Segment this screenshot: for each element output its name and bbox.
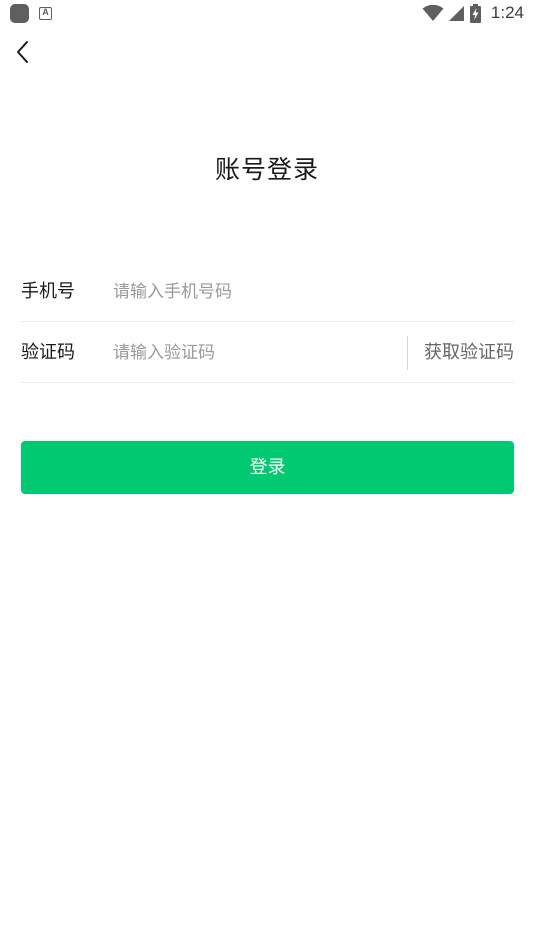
code-divider [407, 336, 408, 370]
code-row: 验证码 获取验证码 [21, 323, 514, 383]
code-label: 验证码 [21, 342, 75, 363]
status-bar-left: A [10, 4, 52, 23]
phone-label: 手机号 [21, 281, 75, 302]
battery-charging-icon [469, 3, 481, 23]
status-time: 1:24 [490, 3, 524, 22]
wifi-icon [422, 4, 444, 21]
code-input[interactable] [113, 333, 398, 373]
status-bar-right: 1:24 [422, 3, 524, 23]
a-icon: A [39, 7, 52, 20]
phone-input[interactable] [113, 272, 508, 312]
login-button[interactable]: 登录 [21, 441, 514, 494]
page-title: 账号登录 [214, 155, 319, 184]
get-code-button[interactable]: 获取验证码 [424, 323, 514, 383]
back-button[interactable] [12, 38, 36, 66]
phone-row: 手机号 [21, 262, 514, 322]
signal-icon [448, 5, 464, 21]
chevron-left-icon [17, 41, 28, 63]
status-bar: A 1:24 [0, 0, 534, 28]
app-icon [10, 4, 29, 23]
